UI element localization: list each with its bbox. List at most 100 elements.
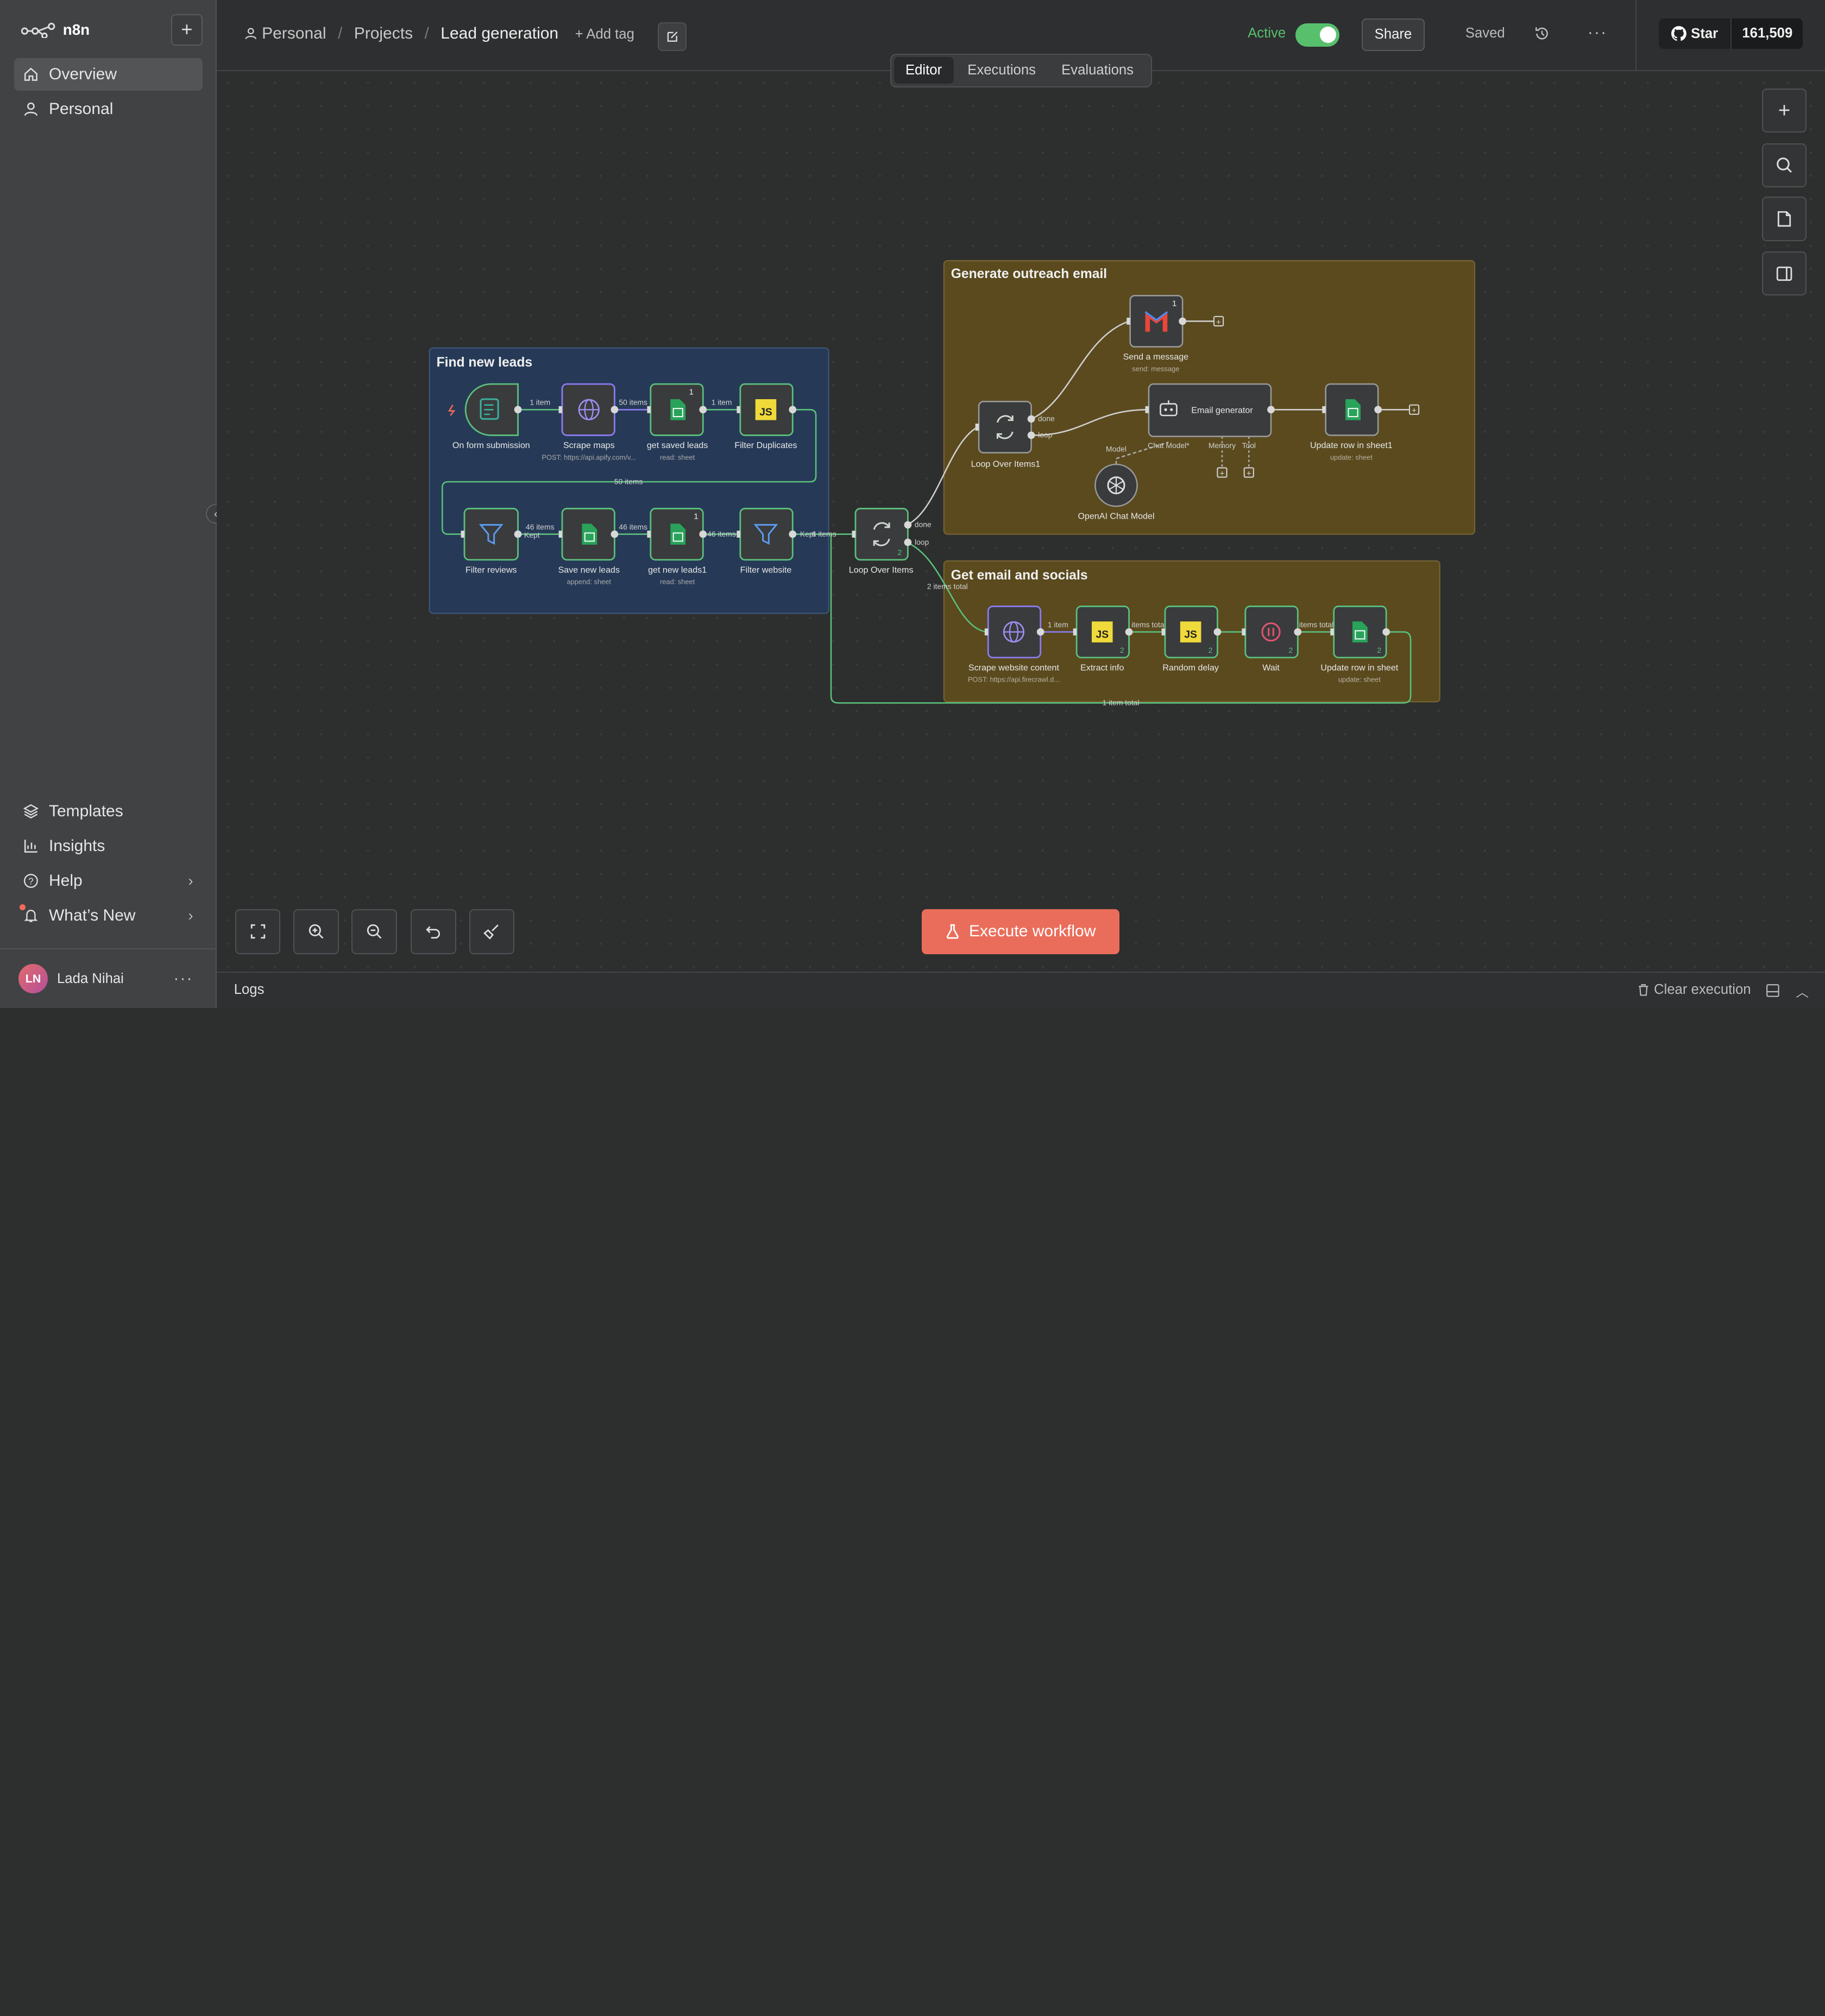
tab-evaluations[interactable]: Evaluations bbox=[1050, 57, 1146, 84]
svg-text:Loop Over Items1: Loop Over Items1 bbox=[971, 459, 1041, 469]
sidebar-item-label: Insights bbox=[48, 836, 105, 855]
node-save-new-leads[interactable]: Save new leads append: sheet bbox=[558, 508, 620, 586]
sidebar-item-label: What’s New bbox=[48, 906, 136, 925]
svg-text:+: + bbox=[1220, 469, 1225, 478]
bell-icon bbox=[22, 907, 40, 924]
node-send-a-message[interactable]: 1 Send a message send: message bbox=[1123, 294, 1189, 373]
user-icon bbox=[22, 100, 40, 118]
tab-editor[interactable]: Editor bbox=[893, 56, 954, 84]
sidebar-item-help[interactable]: ? Help › bbox=[14, 865, 203, 897]
search-icon bbox=[1777, 158, 1792, 173]
sidebar-item-overview[interactable]: Overview bbox=[14, 58, 203, 91]
svg-text:On form submission: On form submission bbox=[452, 440, 530, 450]
share-button[interactable]: Share bbox=[1362, 18, 1425, 52]
toggle-panel-button[interactable] bbox=[1762, 251, 1807, 296]
node-get-saved-leads[interactable]: 1 get saved leads read: sheet bbox=[647, 383, 708, 461]
svg-text:2: 2 bbox=[898, 548, 902, 557]
sidebar-item-insights[interactable]: Insights bbox=[14, 830, 203, 862]
search-nodes-button[interactable] bbox=[1762, 143, 1807, 187]
zoom-out-button[interactable] bbox=[351, 909, 397, 955]
active-label: Active bbox=[1248, 26, 1286, 41]
help-icon: ? bbox=[22, 872, 40, 890]
user-name: Lada Nihai bbox=[56, 971, 124, 986]
svg-text:POST: https://api.apify.com/v.: POST: https://api.apify.com/v... bbox=[542, 453, 636, 461]
execute-workflow-button[interactable]: Execute workflow bbox=[922, 909, 1120, 955]
fit-view-button[interactable] bbox=[235, 909, 281, 955]
undo-icon bbox=[426, 926, 440, 939]
sidebar-item-label: Overview bbox=[48, 65, 117, 84]
crumb-projects[interactable]: Projects bbox=[354, 24, 413, 43]
logs-panel-bar[interactable]: Logs Clear execution ︿ bbox=[216, 972, 1825, 1008]
node-random-delay[interactable]: JS 2 Random delay bbox=[1162, 606, 1219, 672]
svg-text:Email generator: Email generator bbox=[1191, 406, 1253, 415]
svg-text:append: sheet: append: sheet bbox=[567, 578, 612, 586]
node-email-generator[interactable]: Email generator bbox=[1148, 383, 1272, 437]
svg-text:POST: https://api.firecrawl.d.: POST: https://api.firecrawl.d... bbox=[968, 676, 1060, 684]
svg-text:Scrape maps: Scrape maps bbox=[563, 440, 615, 450]
node-filter-website[interactable]: Filter website bbox=[739, 508, 794, 575]
github-star-button[interactable]: Star bbox=[1658, 18, 1731, 49]
sidebar-item-label: Personal bbox=[48, 100, 114, 118]
sidebar-item-personal[interactable]: Personal bbox=[14, 93, 203, 125]
node-loop-over-items[interactable]: 2 Loop Over Items bbox=[849, 508, 914, 575]
user-menu[interactable]: LN Lada Nihai ··· bbox=[0, 948, 217, 1007]
svg-text:?: ? bbox=[28, 876, 34, 887]
edge-label: Kept bbox=[800, 530, 816, 538]
edge-label: done bbox=[1038, 414, 1055, 423]
node-get-new-leads1[interactable]: 1 get new leads1 read: sheet bbox=[648, 508, 707, 586]
notification-dot bbox=[20, 904, 26, 910]
edge-label: 1 item bbox=[712, 398, 732, 407]
svg-text:2: 2 bbox=[1120, 646, 1124, 654]
tab-executions[interactable]: Executions bbox=[956, 57, 1048, 84]
edge-label: 46 items bbox=[526, 522, 555, 531]
github-star-count[interactable]: 161,509 bbox=[1730, 18, 1803, 49]
clear-execution-button[interactable]: Clear execution bbox=[1638, 982, 1751, 998]
svg-text:Scrape website content: Scrape website content bbox=[968, 663, 1060, 672]
more-options-icon[interactable]: ··· bbox=[1588, 23, 1607, 42]
workflow-name[interactable]: Lead generation bbox=[440, 24, 558, 43]
svg-text:+: + bbox=[1412, 406, 1417, 415]
edge-label: items total bbox=[1131, 620, 1166, 629]
group-title: Get email and socials bbox=[951, 568, 1088, 583]
chevron-up-icon[interactable]: ︿ bbox=[1796, 982, 1809, 1000]
svg-text:update: sheet: update: sheet bbox=[1330, 453, 1373, 461]
breadcrumb: Personal / Projects / Lead generation bbox=[244, 24, 558, 43]
svg-text:send: message: send: message bbox=[1132, 365, 1179, 373]
svg-text:2: 2 bbox=[1377, 646, 1381, 654]
node-filter-reviews[interactable]: Filter reviews bbox=[463, 508, 519, 575]
edit-description-button[interactable] bbox=[657, 22, 687, 52]
active-toggle[interactable] bbox=[1295, 23, 1340, 47]
edge-label: 1 item bbox=[1048, 620, 1068, 629]
tidy-up-button[interactable] bbox=[469, 909, 515, 955]
sidebar-item-templates[interactable]: Templates bbox=[14, 795, 203, 828]
more-icon[interactable]: ··· bbox=[173, 969, 193, 988]
sticky-note-icon bbox=[1777, 211, 1791, 227]
create-new-button[interactable]: + bbox=[171, 14, 203, 46]
svg-text:OpenAI Chat Model: OpenAI Chat Model bbox=[1078, 512, 1154, 521]
node-filter-duplicates[interactable]: JS Filter Duplicates bbox=[734, 383, 797, 450]
crumb-personal[interactable]: Personal bbox=[244, 24, 326, 43]
edge-label: 46 items bbox=[619, 522, 647, 531]
svg-text:read: sheet: read: sheet bbox=[660, 578, 695, 586]
add-tag-button[interactable]: + Add tag bbox=[575, 27, 634, 42]
add-node-button[interactable]: + bbox=[1762, 88, 1807, 133]
svg-text:Filter reviews: Filter reviews bbox=[465, 565, 517, 575]
edge-label: 46 items bbox=[707, 530, 736, 538]
svg-text:update: sheet: update: sheet bbox=[1338, 676, 1381, 684]
zoom-in-icon bbox=[309, 924, 324, 939]
flask-icon bbox=[946, 924, 959, 939]
svg-text:Loop Over Items: Loop Over Items bbox=[849, 565, 914, 575]
history-icon[interactable] bbox=[1534, 26, 1550, 42]
edge-label: Kept bbox=[524, 531, 540, 539]
zoom-out-icon bbox=[367, 924, 382, 939]
zoom-in-button[interactable] bbox=[293, 909, 339, 955]
undo-button[interactable] bbox=[411, 909, 456, 955]
fit-view-icon bbox=[250, 924, 265, 939]
layers-icon bbox=[22, 802, 40, 820]
sidebar-item-whats-new[interactable]: What’s New › bbox=[14, 899, 203, 932]
node-extract-info[interactable]: JS 2 Extract info bbox=[1075, 606, 1130, 672]
edge-label: Model bbox=[1106, 444, 1127, 453]
add-sticky-button[interactable] bbox=[1762, 197, 1807, 241]
n8n-logo[interactable]: n8n bbox=[21, 21, 90, 39]
panel-icon[interactable] bbox=[1766, 984, 1780, 998]
